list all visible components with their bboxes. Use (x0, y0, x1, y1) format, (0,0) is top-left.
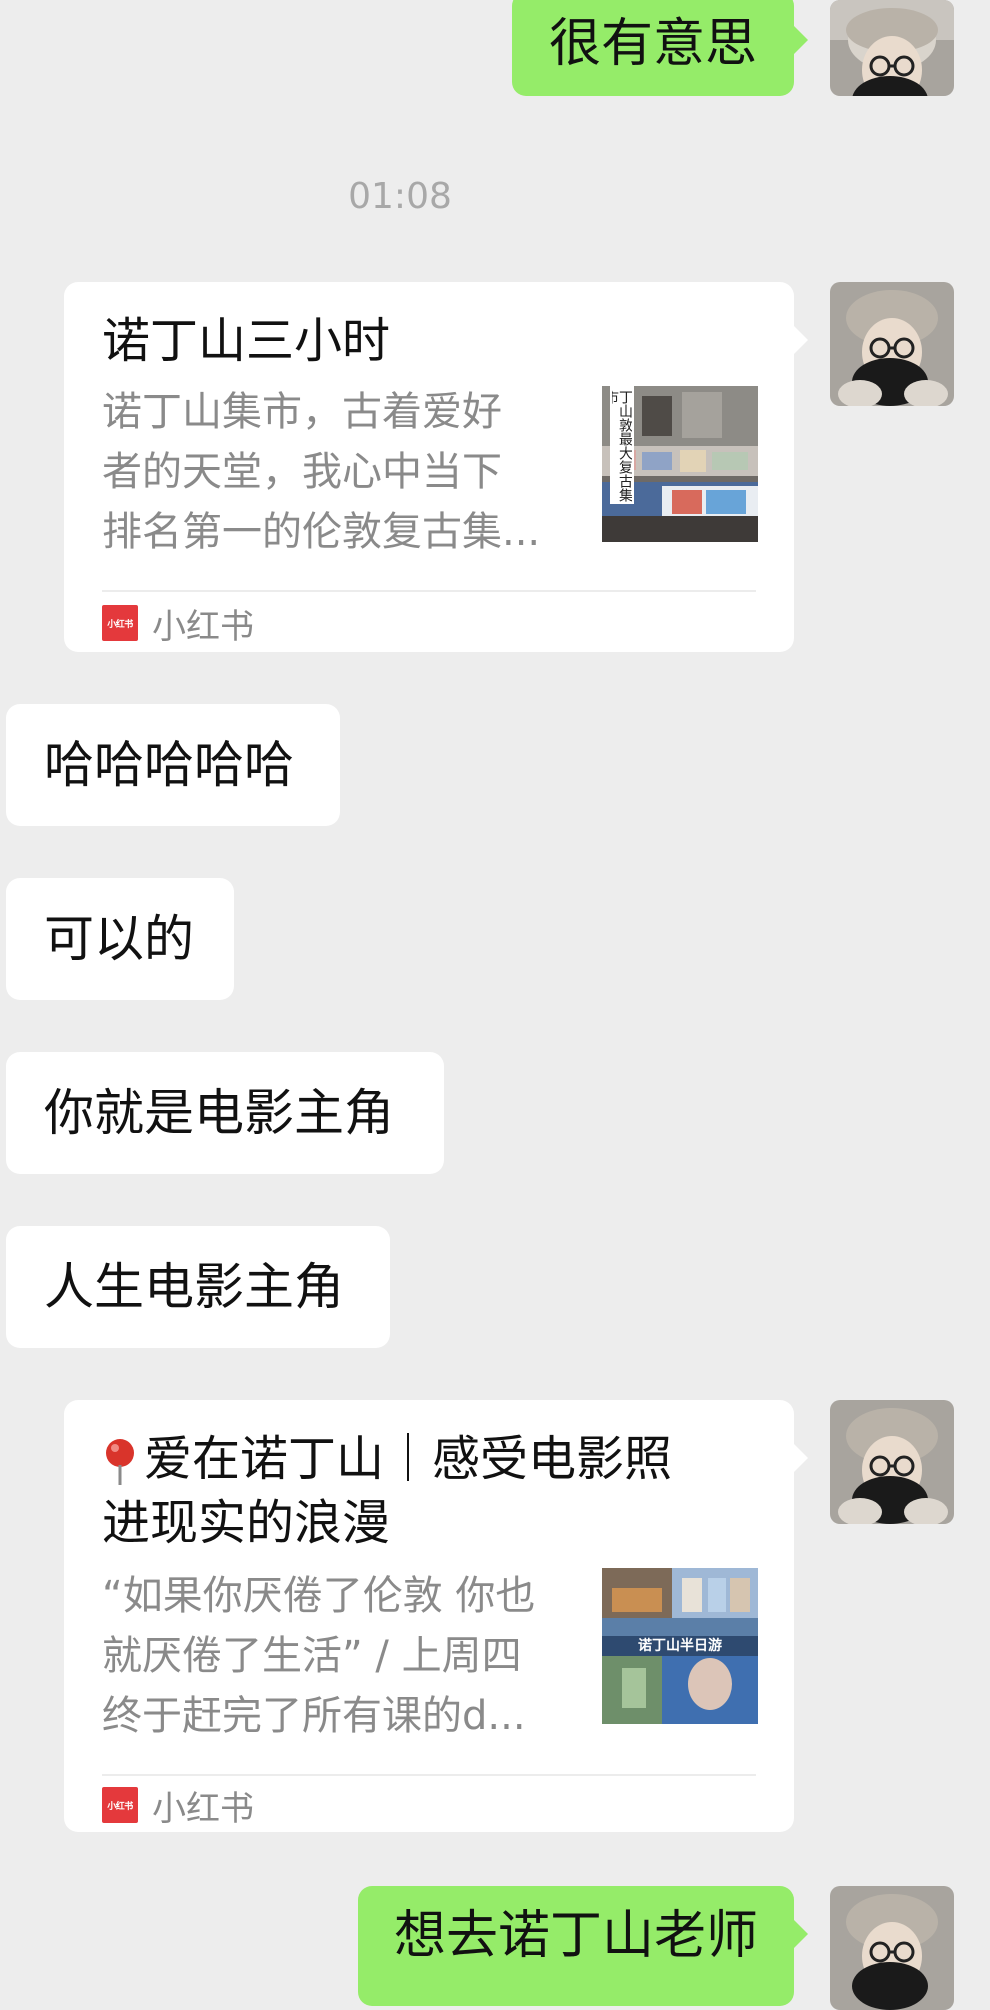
card-divider (102, 590, 756, 592)
xiaohongshu-logo-icon: 小红书 (102, 605, 138, 641)
message-timestamp: 01:08 (348, 176, 452, 217)
card-description-line: 排名第一的伦敦复古集... (102, 509, 541, 555)
location-pin-icon (106, 1439, 134, 1485)
my-avatar[interactable] (830, 0, 954, 96)
received-message-bubble[interactable]: 人生电影主角 (6, 1226, 390, 1348)
avatar-image (830, 0, 954, 96)
source-label: 小红书 (152, 606, 254, 647)
card-description-line: 终于赶完了所有课的d... (102, 1693, 526, 1739)
card-title: 诺丁山三小时 (102, 313, 391, 369)
card-title: 爱在诺丁山｜感受电影照 (102, 1428, 762, 1490)
my-avatar[interactable] (830, 1886, 954, 2010)
card-thumbnail: 诺丁山半日游 (602, 1568, 758, 1724)
card-description-line: 诺丁山集市，古着爱好 (102, 389, 502, 435)
message-text: 想去诺丁山老师 (393, 1906, 758, 1966)
card-title-text: 爱在诺丁山｜感受电影照 (144, 1431, 673, 1487)
card-description-line: 就厌倦了生活” / 上周四 (102, 1633, 522, 1679)
card-title-line: 进现实的浪漫 (102, 1495, 391, 1551)
avatar-image (830, 1400, 954, 1524)
received-message-bubble[interactable]: 哈哈哈哈哈 (6, 704, 340, 826)
xiaohongshu-logo-icon: 小红书 (102, 1787, 138, 1823)
sent-message-bubble[interactable]: 想去诺丁山老师 (358, 1886, 808, 2006)
my-avatar[interactable] (830, 1400, 954, 1524)
card-source: 小红书 小红书 (102, 600, 254, 647)
source-label: 小红书 (152, 1788, 254, 1829)
sent-message-bubble[interactable]: 很有意思 (512, 0, 808, 96)
message-text: 可以的 (44, 910, 194, 968)
received-message-bubble[interactable]: 你就是电影主角 (6, 1052, 444, 1174)
thumbnail-caption: 诺丁山半日游 (638, 1638, 722, 1654)
card-thumbnail: 丁山敦最大复古集市 (602, 386, 758, 542)
received-message-bubble[interactable]: 可以的 (6, 878, 234, 1000)
message-text: 哈哈哈哈哈 (44, 736, 294, 794)
thumbnail-caption: 丁山敦最大复古集市 (612, 390, 632, 502)
card-description-line: “如果你厌倦了伦敦 你也 (102, 1573, 536, 1619)
share-card[interactable]: 诺丁山三小时 诺丁山集市，古着爱好 者的天堂，我心中当下 排名第一的伦敦复古集.… (64, 282, 808, 652)
my-avatar[interactable] (830, 282, 954, 406)
card-description-line: 者的天堂，我心中当下 (102, 449, 502, 495)
card-source: 小红书 小红书 (102, 1782, 254, 1829)
share-card[interactable]: 爱在诺丁山｜感受电影照 进现实的浪漫 “如果你厌倦了伦敦 你也 就厌倦了生活” … (64, 1400, 808, 1832)
message-text: 很有意思 (548, 14, 757, 74)
card-divider (102, 1774, 756, 1776)
message-text: 你就是电影主角 (44, 1084, 394, 1142)
avatar-image (830, 1886, 954, 2010)
message-text: 人生电影主角 (44, 1258, 344, 1316)
avatar-image (830, 282, 954, 406)
